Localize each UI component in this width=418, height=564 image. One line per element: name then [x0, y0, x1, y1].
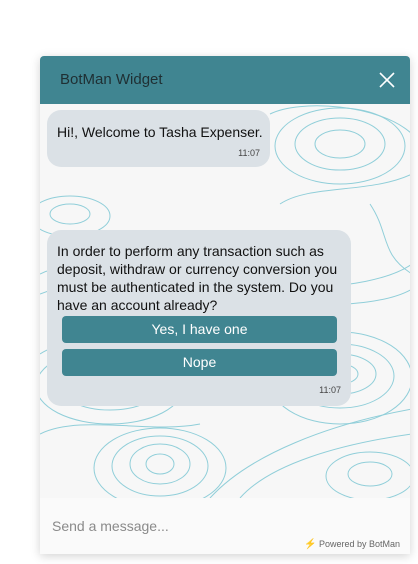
message-text: Hi!, Welcome to Tasha Expenser.	[57, 124, 263, 140]
nope-button[interactable]: Nope	[62, 349, 337, 376]
widget-title: BotMan Widget	[60, 71, 163, 88]
chat-area[interactable]: Hi!, Welcome to Tasha Expenser. 11:07 In…	[40, 104, 410, 498]
bot-message: Hi!, Welcome to Tasha Expenser. 11:07	[47, 110, 270, 167]
powered-by[interactable]: ⚡ Powered by BotMan	[304, 538, 400, 551]
message-time: 11:07	[319, 385, 341, 395]
widget-header: BotMan Widget	[40, 56, 410, 104]
close-icon	[379, 72, 395, 88]
widget-footer: ⚡ Powered by BotMan	[40, 498, 410, 554]
lightning-icon: ⚡	[303, 539, 317, 550]
powered-by-label: Powered by BotMan	[318, 539, 400, 549]
message-input[interactable]	[52, 515, 352, 537]
yes-i-have-one-button[interactable]: Yes, I have one	[62, 316, 337, 343]
chat-widget: BotMan Widget Hi!, Welcome to Tasha Expe…	[40, 56, 410, 554]
close-button[interactable]	[374, 67, 400, 93]
bot-message: In order to perform any transaction such…	[47, 230, 351, 406]
message-text: In order to perform any transaction such…	[57, 243, 338, 313]
message-time: 11:07	[238, 148, 260, 158]
